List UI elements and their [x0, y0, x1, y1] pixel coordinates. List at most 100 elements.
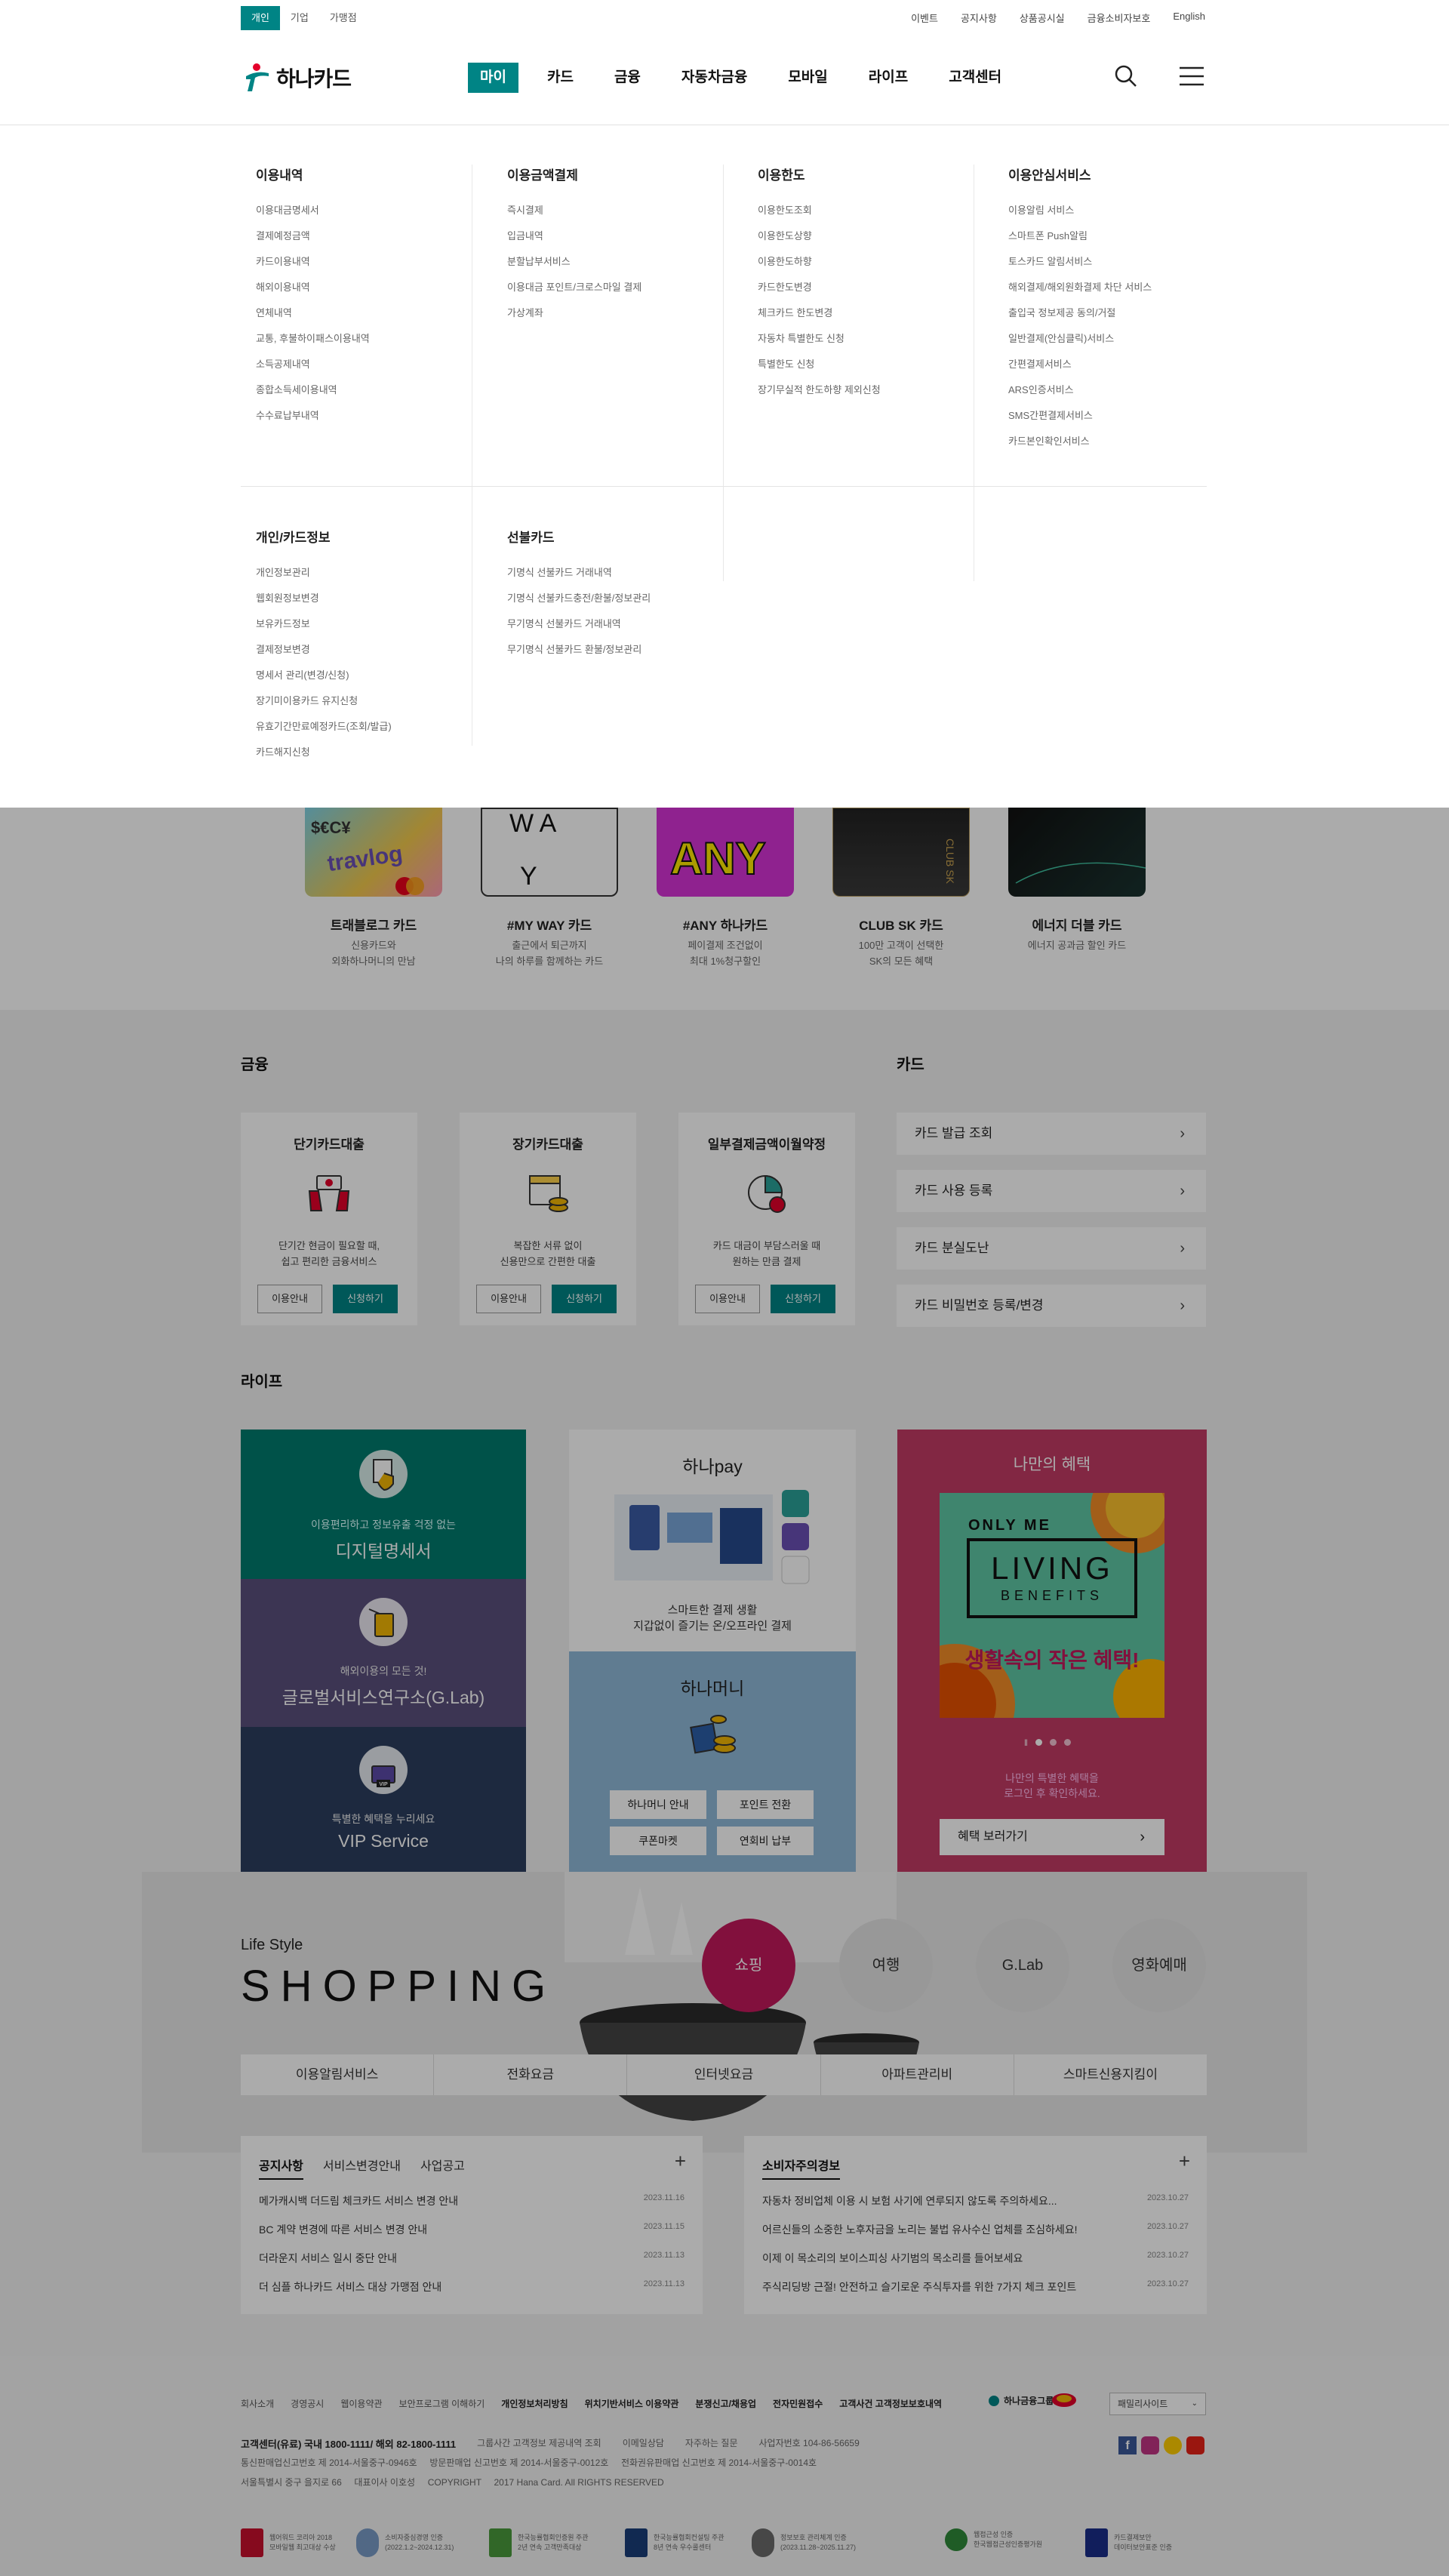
glab-panel[interactable]: 해외이용의 모든 것! 글로벌서비스연구소(G.Lab) [241, 1579, 526, 1727]
benefit-banner[interactable]: ONLY ME LIVING BENEFITS 생활속의 작은 혜택! [940, 1493, 1164, 1718]
coupon-market-button[interactable]: 쿠폰마켓 [610, 1827, 706, 1855]
mega-item[interactable]: 카드본인확인서비스 [1008, 434, 1260, 460]
plus-icon[interactable]: + [1179, 2150, 1190, 2173]
plus-icon[interactable]: + [675, 2150, 686, 2173]
mega-item[interactable]: 이용한도하향 [758, 254, 1010, 280]
mega-item[interactable]: 자동차 특별한도 신청 [758, 331, 1010, 357]
mega-item[interactable]: 일반결제(안심클릭)서비스 [1008, 331, 1260, 357]
footer-link[interactable]: 보안프로그램 이해하기 [399, 2397, 485, 2410]
card-name[interactable]: 에너지 더블 카드 [986, 915, 1168, 934]
mega-item[interactable]: 분할납부서비스 [507, 254, 759, 280]
category-movie[interactable]: 영화예매 [1112, 1919, 1206, 2012]
card-lost-stolen-link[interactable]: 카드 분실도난 › [897, 1227, 1206, 1270]
hanapay-panel[interactable]: 하나pay 스마트한 결제 생활 지갑없이 즐기는 온/오프라인 결제 [569, 1430, 856, 1651]
link-english[interactable]: English [1173, 11, 1205, 25]
card-image-myway[interactable]: W A Y [481, 808, 618, 897]
mega-item[interactable]: 기명식 선불카드 거래내역 [507, 565, 759, 591]
category-glab[interactable]: G.Lab [976, 1919, 1069, 2012]
gnb-item-card[interactable]: 카드 [535, 63, 586, 93]
mega-item[interactable]: 연체내역 [256, 306, 508, 331]
cat-internet-bill[interactable]: 인터넷요금 [627, 2054, 821, 2095]
gnb-item-life[interactable]: 라이프 [857, 63, 920, 93]
footer-info-item[interactable]: 그룹사간 고객정보 제공내역 조회 [477, 2436, 601, 2451]
mega-item[interactable]: 수수료납부내역 [256, 408, 508, 434]
card-name[interactable]: CLUB SK 카드 [811, 915, 992, 934]
kakao-icon[interactable] [1164, 2436, 1182, 2454]
list-item[interactable]: 더 심플 하나카드 서비스 대상 가맹점 안내 2023.11.13 [259, 2279, 685, 2308]
mega-item[interactable]: ARS인증서비스 [1008, 383, 1260, 408]
mega-item[interactable]: SMS간편결제서비스 [1008, 408, 1260, 434]
mega-item[interactable]: 교통, 후불하이패스이용내역 [256, 331, 508, 357]
carousel-dot[interactable] [1063, 1739, 1071, 1746]
list-item[interactable]: 메가캐시백 더드림 체크카드 서비스 변경 안내 2023.11.16 [259, 2193, 685, 2222]
gnb-item-customer-center[interactable]: 고객센터 [937, 63, 1014, 93]
mega-item[interactable]: 이용한도조회 [758, 203, 1010, 229]
card-pin-link[interactable]: 카드 비밀번호 등록/변경 › [897, 1285, 1206, 1327]
point-convert-button[interactable]: 포인트 전환 [717, 1790, 814, 1819]
tab-service-change[interactable]: 서비스변경안내 [323, 2156, 401, 2180]
category-travel[interactable]: 여행 [839, 1919, 933, 2012]
list-item[interactable]: 주식리딩방 근절! 안전하고 슬기로운 주식투자를 위한 7가지 체크 포인트 2… [762, 2279, 1189, 2308]
mega-item[interactable]: 해외결제/해외원화결제 차단 서비스 [1008, 280, 1260, 306]
footer-link[interactable]: 고객사건 고객정보보호내역 [839, 2397, 942, 2410]
apply-button[interactable]: 신청하기 [771, 1285, 835, 1313]
cat-notification-service[interactable]: 이용알림서비스 [241, 2054, 435, 2095]
mega-item[interactable]: 결제정보변경 [256, 642, 508, 668]
mega-item[interactable]: 간편결제서비스 [1008, 357, 1260, 383]
list-item[interactable]: 자동차 정비업체 이용 시 보험 사기에 연루되지 않도록 주의하세요... 20… [762, 2193, 1189, 2222]
mega-item[interactable]: 체크카드 한도변경 [758, 306, 1010, 331]
link-notice[interactable]: 공지사항 [961, 11, 997, 25]
guide-button[interactable]: 이용안내 [695, 1285, 760, 1313]
carousel-dot[interactable] [1049, 1739, 1057, 1746]
mega-item[interactable]: 유효기간만료예정카드(조회/발급) [256, 719, 508, 745]
hana-group-logo[interactable]: 하나금융그룹 [989, 2394, 1054, 2407]
mega-item[interactable]: 명세서 관리(변경/신청) [256, 668, 508, 694]
digital-statement-panel[interactable]: 이용편리하고 정보유출 걱정 없는 디지털명세서 [241, 1430, 526, 1579]
footer-info-item[interactable]: 이메일상담 [623, 2436, 664, 2451]
instagram-icon[interactable] [1141, 2436, 1159, 2454]
list-item[interactable]: 어르신들의 소중한 노후자금을 노리는 불법 유사수신 업체를 조심하세요! 20… [762, 2222, 1189, 2251]
mega-item[interactable]: 웹회원정보변경 [256, 591, 508, 617]
link-event[interactable]: 이벤트 [911, 11, 938, 25]
mega-item[interactable]: 소득공제내역 [256, 357, 508, 383]
apply-button[interactable]: 신청하기 [552, 1285, 617, 1313]
mega-item[interactable]: 보유카드정보 [256, 617, 508, 642]
mega-item[interactable]: 즉시결제 [507, 203, 759, 229]
mega-item[interactable]: 이용대금명세서 [256, 203, 508, 229]
mega-item[interactable]: 카드해지신청 [256, 745, 508, 771]
footer-link[interactable]: 경영공시 [291, 2397, 324, 2410]
gnb-item-my[interactable]: 마이 [468, 63, 518, 93]
footer-info-item[interactable]: 자주하는 질문 [685, 2436, 738, 2451]
link-product-disclosure[interactable]: 상품공시실 [1020, 11, 1065, 25]
mega-item[interactable]: 이용대금 포인트/크로스마일 결제 [507, 280, 759, 306]
menu-icon[interactable] [1179, 64, 1204, 88]
tab-business-notice[interactable]: 사업공고 [420, 2156, 465, 2180]
footer-link[interactable]: 위치기반서비스 이용약관 [585, 2397, 679, 2410]
card-image-travlog[interactable]: $€C¥ travlog [305, 808, 442, 897]
mega-item[interactable]: 출입국 정보제공 동의/거절 [1008, 306, 1260, 331]
footer-link[interactable]: 분쟁신고/채용업 [695, 2397, 756, 2410]
mega-item[interactable]: 스마트폰 Push알림 [1008, 229, 1260, 254]
list-item[interactable]: 이제 이 목소리의 보이스피싱 사기범의 목소리를 들어보세요 2023.10.2… [762, 2251, 1189, 2279]
mega-item[interactable]: 무기명식 선불카드 환불/정보관리 [507, 642, 759, 668]
card-name[interactable]: #ANY 하나카드 [635, 915, 816, 934]
facebook-icon[interactable]: f [1118, 2436, 1137, 2454]
card-name[interactable]: #MY WAY 카드 [459, 915, 640, 934]
mega-item[interactable]: 입금내역 [507, 229, 759, 254]
logo[interactable]: 하나카드 [243, 63, 352, 93]
mega-item[interactable]: 무기명식 선불카드 거래내역 [507, 617, 759, 642]
annual-fee-button[interactable]: 연회비 납부 [717, 1827, 814, 1855]
gnb-item-mobile[interactable]: 모바일 [776, 63, 839, 93]
gnb-item-auto-finance[interactable]: 자동차금융 [669, 63, 759, 93]
list-item[interactable]: BC 계약 변경에 따른 서비스 변경 안내 2023.11.15 [259, 2222, 685, 2251]
card-issue-inquiry-link[interactable]: 카드 발급 조회 › [897, 1113, 1206, 1155]
cat-phone-bill[interactable]: 전화요금 [434, 2054, 628, 2095]
mega-item[interactable]: 해외이용내역 [256, 280, 508, 306]
mega-item[interactable]: 개인정보관리 [256, 565, 508, 591]
cat-apartment-fee[interactable]: 아파트관리비 [821, 2054, 1014, 2095]
list-item[interactable]: 더라운지 서비스 일시 중단 안내 2023.11.13 [259, 2251, 685, 2279]
footer-link[interactable]: 회사소개 [241, 2397, 274, 2410]
apply-button[interactable]: 신청하기 [333, 1285, 398, 1313]
mega-item[interactable]: 토스카드 알림서비스 [1008, 254, 1260, 280]
search-icon[interactable] [1114, 64, 1138, 88]
